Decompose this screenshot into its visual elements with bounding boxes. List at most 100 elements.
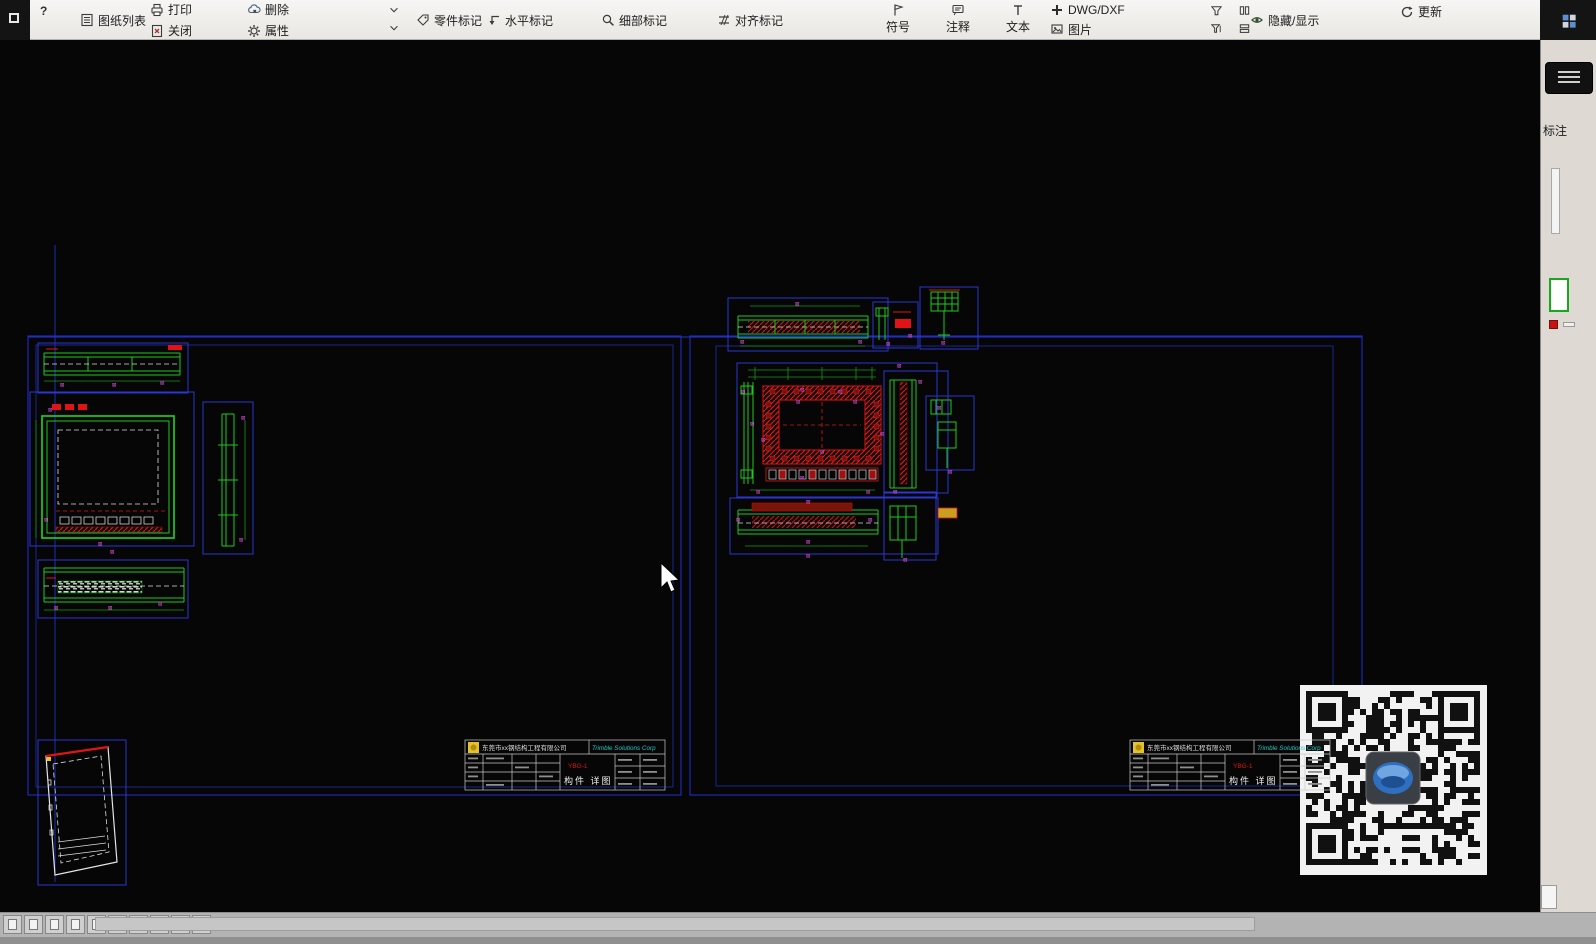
dwg-dxf-button[interactable]: DWG/DXF — [1046, 2, 1129, 18]
right-sidebar: 标注 — [1540, 40, 1596, 912]
vendor-name: Trimble Solutions Corp — [1257, 745, 1321, 752]
dropdown-top-button[interactable] — [384, 3, 406, 19]
qr-center-logo — [1365, 751, 1421, 805]
svg-text:⊠: ⊠ — [893, 488, 897, 496]
delete-button[interactable]: 删除 — [243, 0, 293, 19]
print-button[interactable]: 打印 — [146, 0, 196, 19]
text-icon — [1011, 3, 1025, 17]
sheet-left-border[interactable] — [27, 335, 682, 796]
drawing-number: YBG-1 — [568, 763, 588, 770]
svg-text:⊠: ⊠ — [897, 362, 901, 370]
image-icon — [1050, 22, 1064, 36]
delete-cloud-icon — [247, 3, 261, 17]
funnel-icon — [1210, 4, 1224, 18]
sidebar-tool-button[interactable] — [1545, 62, 1593, 94]
svg-text:⊠: ⊠ — [820, 448, 824, 456]
insert-image-button[interactable]: 图片 — [1046, 20, 1129, 39]
app-icon — [9, 13, 19, 23]
svg-text:⊠: ⊠ — [54, 604, 58, 612]
properties-button[interactable]: 属性 — [243, 21, 293, 40]
sheet-right-border[interactable] — [689, 335, 1363, 796]
sidebar-bottom-box — [1541, 885, 1557, 909]
svg-text:⊠: ⊠ — [98, 540, 102, 548]
svg-text:⊠: ⊠ — [903, 556, 907, 564]
filter-button-2[interactable] — [1206, 21, 1228, 37]
close-icon — [150, 24, 164, 38]
menu-lines-icon — [1558, 71, 1580, 73]
drawing-beam-mid-left[interactable] — [37, 559, 189, 619]
sheet-list-icon — [80, 13, 94, 27]
horizontal-mark-button[interactable]: 水平标记 — [483, 11, 557, 30]
company-name: 东莞市xx钢结构工程有限公司 — [1147, 743, 1232, 752]
horizontal-scrollbar[interactable] — [95, 917, 1255, 931]
eye-icon — [1250, 13, 1264, 27]
svg-text:⊠: ⊠ — [158, 600, 162, 608]
svg-text:⊠: ⊠ — [44, 516, 48, 524]
filter-button-1[interactable] — [1206, 3, 1228, 19]
sheet-tab[interactable] — [45, 915, 64, 934]
sidebar-panel-label: 标注 — [1543, 124, 1568, 138]
bolt-strip — [768, 469, 877, 480]
sidebar-swatch-red[interactable] — [1549, 320, 1558, 329]
title-block: 东莞市xx钢结构工程有限公司 Trimble Solutions Corp YB… — [464, 739, 666, 791]
window-grid-button[interactable] — [1540, 0, 1596, 40]
dropdown-bottom-button[interactable] — [384, 21, 406, 37]
sheet-tab[interactable] — [3, 915, 22, 934]
qr-code — [1300, 685, 1487, 875]
drawing-panel-right[interactable] — [736, 362, 975, 498]
align-lines-icon — [717, 13, 731, 27]
printer-icon — [150, 3, 164, 17]
help-button[interactable]: ? — [40, 4, 56, 20]
bottom-edge — [0, 937, 1596, 944]
refresh-icon — [1400, 5, 1414, 19]
svg-text:⊠: ⊠ — [908, 332, 912, 340]
funnel-arrow-icon — [1210, 22, 1224, 36]
sheet-tab[interactable] — [66, 915, 85, 934]
drawing-number: YBG-1 — [1233, 763, 1253, 770]
svg-text:⊠: ⊠ — [868, 516, 872, 524]
svg-text:⊠: ⊠ — [886, 340, 890, 348]
svg-text:⊠: ⊠ — [756, 488, 760, 496]
gear-icon — [247, 24, 261, 38]
drawing-beam-bottom-right[interactable] — [729, 491, 958, 561]
vendor-name: Trimble Solutions Corp — [592, 745, 656, 752]
drawing-detail-top-right[interactable] — [919, 286, 979, 350]
chevron-down-icon — [388, 4, 402, 18]
part-mark-button[interactable]: 零件标记 — [412, 11, 486, 30]
sheet-tab[interactable] — [24, 915, 43, 934]
symbol-button[interactable]: 符号 — [882, 0, 914, 36]
svg-text:⊠: ⊠ — [880, 430, 884, 438]
sheet-list-button[interactable]: 图纸列表 — [76, 11, 150, 30]
cad-canvas[interactable]: 东莞市xx钢结构工程有限公司 Trimble Solutions Corp YB… — [0, 40, 1540, 912]
svg-text:⊠: ⊠ — [838, 388, 842, 396]
sidebar-swatch-green[interactable] — [1549, 278, 1569, 312]
svg-text:⊠: ⊠ — [937, 404, 941, 412]
update-button[interactable]: 更新 — [1396, 2, 1446, 21]
annotation-button[interactable]: 注释 — [942, 0, 974, 36]
svg-text:⊠: ⊠ — [239, 536, 243, 544]
svg-text:⊠: ⊠ — [941, 339, 945, 347]
detail-mark-button[interactable]: 细部标记 — [597, 11, 671, 30]
toolbar: ? 图纸列表 打印 关闭 删除 属性 零件标记 水平标记 细部标记 对齐标记 符… — [0, 0, 1596, 46]
drawing-column-left[interactable] — [202, 401, 254, 555]
sidebar-swatch-gray[interactable] — [1563, 322, 1575, 327]
hide-show-button[interactable]: 隐藏/显示 — [1246, 11, 1323, 30]
app-menu-button[interactable] — [0, 0, 30, 40]
bottom-bar — [0, 912, 1596, 944]
mouse-cursor — [660, 561, 681, 593]
svg-text:⊠: ⊠ — [795, 300, 799, 308]
company-name: 东莞市xx钢结构工程有限公司 — [482, 743, 567, 752]
align-mark-button[interactable]: 对齐标记 — [713, 11, 787, 30]
chevron-down-icon — [388, 22, 402, 36]
sidebar-scrollbar[interactable] — [1551, 168, 1560, 234]
drawing-3d-view[interactable] — [37, 739, 127, 886]
svg-text:⊠: ⊠ — [948, 468, 952, 476]
sheet-icon — [8, 919, 17, 930]
svg-text:⊠: ⊠ — [160, 379, 164, 387]
svg-text:⊠: ⊠ — [112, 381, 116, 389]
part-tag-icon — [416, 13, 430, 27]
text-button[interactable]: 文本 — [1002, 0, 1034, 36]
svg-text:⊠: ⊠ — [806, 538, 810, 546]
svg-text:⊠: ⊠ — [741, 388, 745, 396]
close-drawing-button[interactable]: 关闭 — [146, 21, 196, 40]
